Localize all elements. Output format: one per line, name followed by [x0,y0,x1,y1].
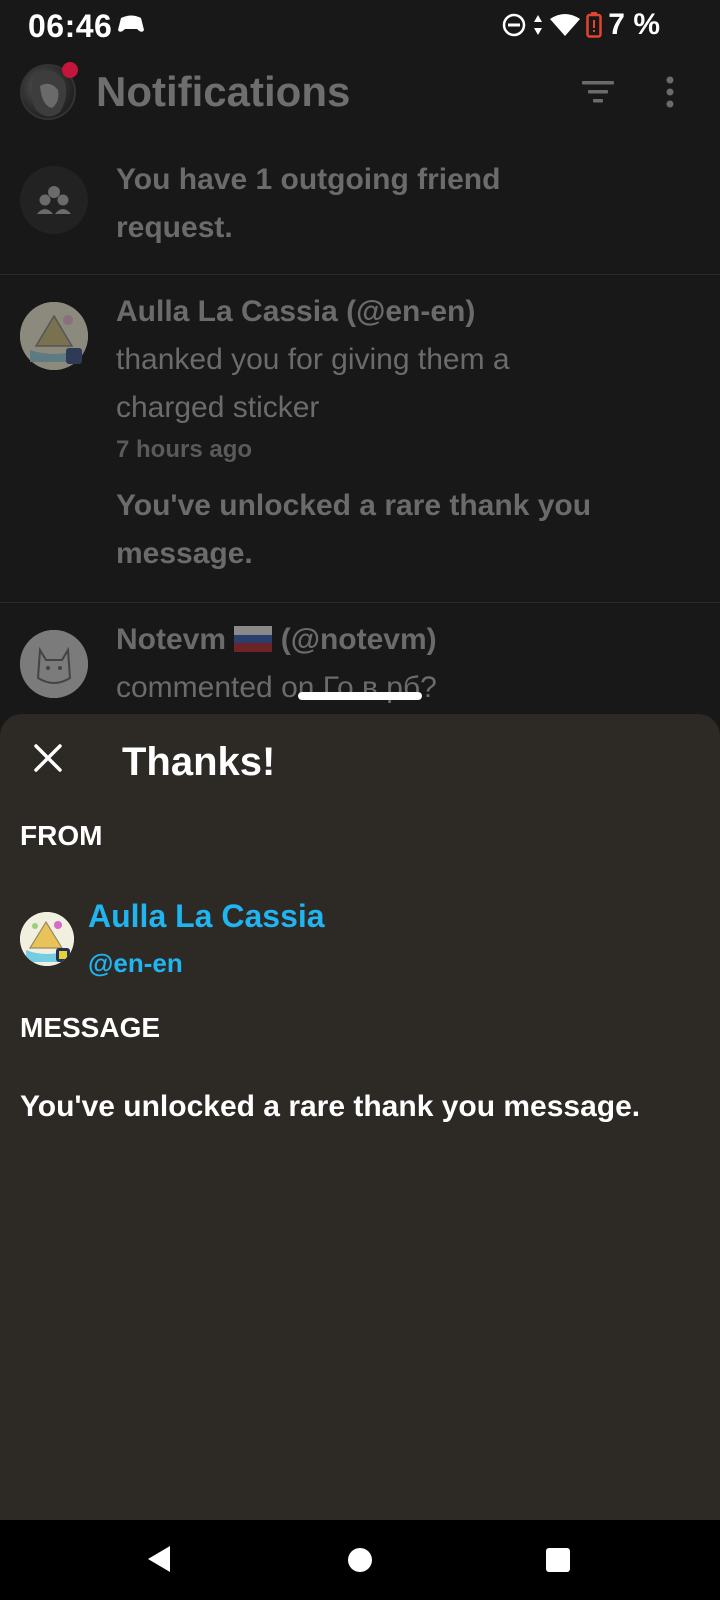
screen: 06:46 7 % Notifications You have 1 outgo… [0,0,720,1520]
cat-avatar-image [20,630,88,698]
filter-icon[interactable] [580,74,616,110]
do-not-disturb-icon [502,13,526,37]
thanks-bottom-sheet: Thanks! FROM Aulla La Cassia @en-en MESS… [0,714,720,1520]
notification-time: 7 hours ago [116,436,253,463]
notification-dot [62,62,78,78]
notification-action: thanked you for giving them a charged st… [116,343,510,424]
more-vert-icon[interactable] [660,74,680,110]
from-handle-link[interactable]: @en-en [88,948,183,979]
battery-percent: 7 % [608,8,660,41]
status-bar: 06:46 7 % [0,0,720,52]
wifi-icon [550,14,580,36]
sticker-avatar-image [20,912,74,966]
notification-user-name: Notevm [116,623,227,656]
notification-user-handle: (@notevm) [280,623,437,656]
notification-body: Aulla La Cassia (@en-en) thanked you for… [116,288,696,578]
notification-action: commented on Го в рб? [116,671,437,704]
friends-avatar [20,166,88,234]
sticker-avatar-image [20,302,88,370]
status-icons [502,12,602,38]
back-icon[interactable] [146,1544,172,1574]
user-avatar [20,630,88,698]
recents-icon[interactable] [546,1548,570,1572]
navigation-bar [0,1520,720,1600]
from-avatar[interactable] [20,912,74,966]
notification-text: You have 1 outgoing friend request. [116,163,501,244]
notification-user: Aulla La Cassia (@en-en) [116,295,476,328]
russia-flag-icon [234,626,273,652]
notification-user: Notevm (@notevm) [116,616,696,664]
status-time: 06:46 [28,8,113,44]
app-header: Notifications [0,52,720,132]
home-icon[interactable] [348,1548,372,1572]
data-arrows-icon [534,15,542,35]
notification-friend-request[interactable]: You have 1 outgoing friend request. [0,140,720,274]
sheet-drag-handle[interactable] [298,692,422,700]
user-avatar [20,302,88,370]
message-label: MESSAGE [20,1012,161,1043]
gamepad-icon [118,15,144,32]
friends-icon [37,186,71,214]
from-name-link[interactable]: Aulla La Cassia [88,898,325,935]
notification-extra: You've unlocked a rare thank you message… [116,489,592,570]
sheet-title: Thanks! [122,740,276,784]
notification-thanks[interactable]: Aulla La Cassia (@en-en) thanked you for… [0,284,720,604]
divider [0,602,720,603]
divider [0,274,720,275]
battery-low-icon [586,12,602,38]
close-icon[interactable] [30,740,66,776]
message-text: You've unlocked a rare thank you message… [20,1090,641,1123]
from-label: FROM [20,820,103,851]
page-title: Notifications [96,68,351,115]
